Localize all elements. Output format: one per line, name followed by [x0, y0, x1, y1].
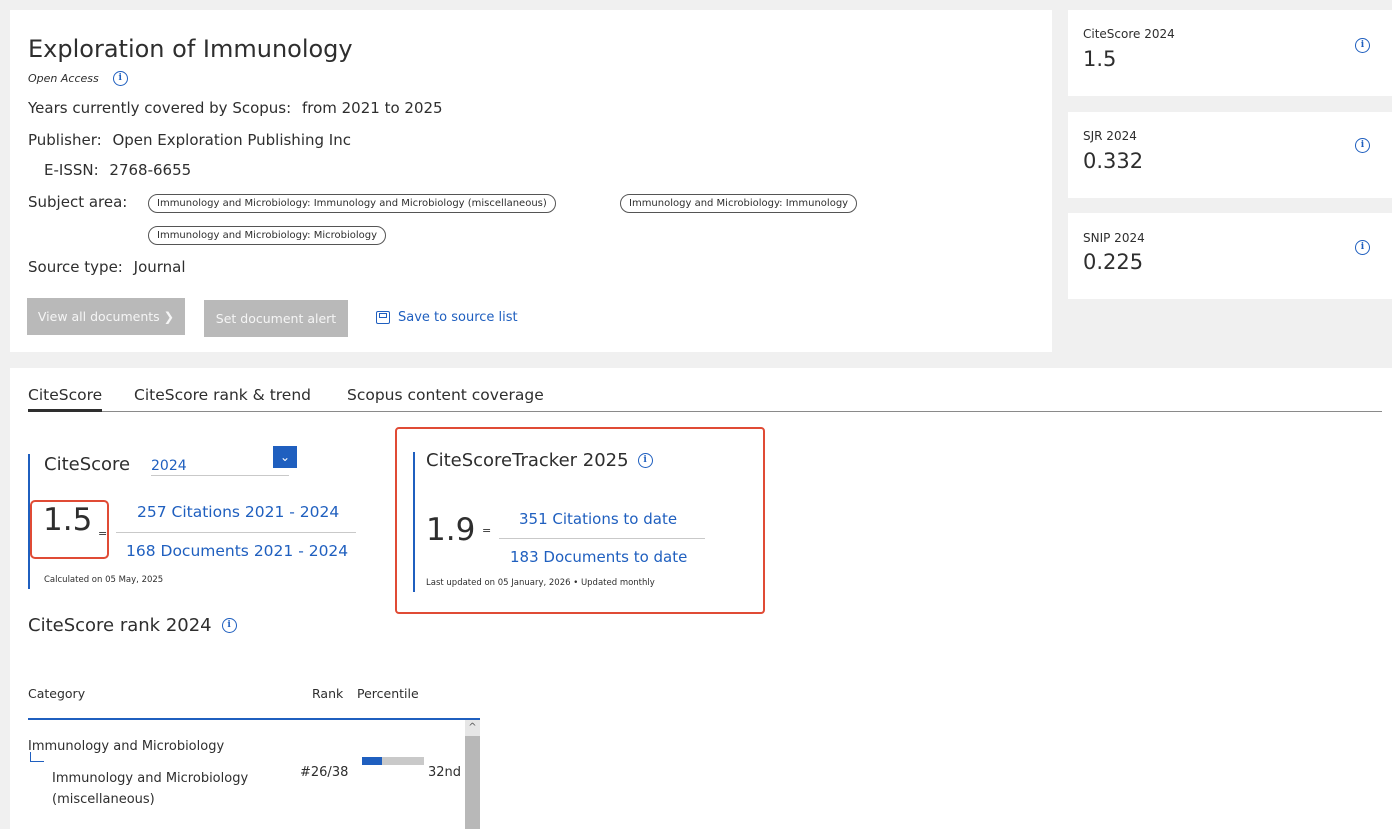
source-title: Exploration of Immunology: [28, 35, 353, 63]
info-icon[interactable]: i: [221, 618, 237, 633]
tracker-documents-link[interactable]: 183 Documents to date: [510, 548, 687, 566]
chevron-down-icon[interactable]: ⌄: [273, 446, 297, 468]
tracker-value: 1.9: [426, 512, 476, 548]
fraction-divider: [116, 532, 356, 533]
category-child-line2: (miscellaneous): [52, 792, 155, 807]
rank-title-text: CiteScore rank 2024: [28, 615, 212, 636]
tracker-highlight: CiteScoreTracker 2025 i 1.9 = 351 Citati…: [395, 427, 765, 614]
tracker-title: CiteScoreTracker 2025: [426, 450, 629, 471]
percentile-label: 32nd: [428, 765, 462, 780]
tab-citescore[interactable]: CiteScore: [28, 386, 103, 412]
publisher-value: Open Exploration Publishing Inc: [112, 131, 351, 149]
open-access-text: Open Access: [28, 72, 99, 85]
source-details-card: Exploration of Immunology Open Access i …: [10, 10, 1052, 352]
tracker-header: CiteScoreTracker 2025 i: [426, 450, 653, 471]
percentile-bar-fill: [362, 757, 382, 765]
citescore-title: CiteScore: [44, 454, 131, 475]
eissn-value: 2768-6655: [109, 161, 192, 179]
tracker-update-note: Last updated on 05 January, 2026 • Updat…: [426, 578, 655, 588]
percentile-bar: [362, 757, 424, 765]
source-type-label: Source type:: [28, 258, 123, 276]
citations-link[interactable]: 257 Citations 2021 - 2024: [137, 503, 339, 521]
category-parent: Immunology and Microbiology: [28, 739, 225, 754]
metric-label: CiteScore 2024: [1083, 27, 1175, 41]
metric-label: SJR 2024: [1083, 129, 1137, 143]
source-type: Source type: Journal: [28, 258, 186, 276]
subject-tag[interactable]: Immunology and Microbiology: Immunology …: [148, 194, 556, 213]
column-header-category: Category: [28, 686, 86, 701]
metric-value: 0.225: [1083, 250, 1144, 274]
sjr-metric-card: SJR 2024 0.332 i: [1068, 112, 1392, 198]
publisher: Publisher: Open Exploration Publishing I…: [28, 131, 351, 149]
rank-value: #26/38: [300, 765, 349, 780]
citescore-year-select[interactable]: 2024: [151, 458, 289, 476]
citescore-metric-card: CiteScore 2024 1.5 i: [1068, 10, 1392, 96]
citescore-rank-title: CiteScore rank 2024 i: [28, 615, 237, 636]
view-all-documents-button[interactable]: View all documents ❯: [27, 298, 185, 335]
metric-value: 0.332: [1083, 149, 1144, 173]
scrollbar-thumb[interactable]: [465, 736, 480, 829]
calculated-date: Calculated on 05 May, 2025: [44, 575, 164, 585]
eissn: E-ISSN: 2768-6655: [44, 161, 191, 179]
metric-value: 1.5: [1083, 47, 1117, 71]
column-header-percentile: Percentile: [357, 686, 419, 701]
publisher-label: Publisher:: [28, 131, 102, 149]
column-header-rank: Rank: [312, 686, 344, 701]
tab-scopus-content-coverage[interactable]: Scopus content coverage: [347, 386, 544, 412]
years-covered: Years currently covered by Scopus: from …: [28, 99, 443, 117]
save-label: Save to source list: [398, 310, 518, 325]
save-to-source-list-link[interactable]: Save to source list: [376, 310, 518, 325]
fraction-divider: [499, 538, 705, 539]
citescore-value-highlight: [30, 500, 109, 559]
subject-area-label: Subject area:: [28, 193, 128, 211]
info-icon[interactable]: i: [1355, 38, 1370, 53]
category-child-line1: Immunology and Microbiology: [52, 771, 249, 786]
tab-bar: CiteScore CiteScore rank & trend Scopus …: [28, 386, 1382, 412]
source-type-value: Journal: [133, 258, 186, 276]
info-icon[interactable]: i: [1355, 138, 1370, 153]
metrics-section: CiteScore CiteScore rank & trend Scopus …: [10, 368, 1392, 829]
info-icon[interactable]: i: [1355, 240, 1370, 255]
eissn-label: E-ISSN:: [44, 161, 99, 179]
scroll-up-icon[interactable]: ^: [465, 720, 480, 736]
tree-connector: [30, 752, 44, 762]
open-access-label: Open Access i: [28, 71, 128, 86]
tracker-citations-link[interactable]: 351 Citations to date: [519, 510, 677, 528]
metric-label: SNIP 2024: [1083, 231, 1145, 245]
years-value: from 2021 to 2025: [301, 99, 443, 117]
citescore-tracker-panel: CiteScoreTracker 2025 i 1.9 = 351 Citati…: [413, 450, 753, 592]
table-scrollbar[interactable]: ^: [465, 720, 480, 829]
tab-citescore-rank-trend[interactable]: CiteScore rank & trend: [134, 386, 311, 412]
save-icon: [376, 311, 390, 324]
table-header-divider: [28, 718, 480, 720]
subject-tag[interactable]: Immunology and Microbiology: Immunology: [620, 194, 858, 213]
snip-metric-card: SNIP 2024 0.225 i: [1068, 213, 1392, 299]
set-document-alert-button[interactable]: Set document alert: [204, 300, 348, 337]
equals-sign: =: [482, 524, 492, 537]
info-icon[interactable]: i: [637, 453, 653, 468]
documents-link[interactable]: 168 Documents 2021 - 2024: [126, 542, 348, 560]
years-label: Years currently covered by Scopus:: [28, 99, 292, 117]
info-icon[interactable]: i: [112, 71, 128, 86]
subject-tag[interactable]: Immunology and Microbiology: Microbiolog…: [148, 226, 387, 245]
